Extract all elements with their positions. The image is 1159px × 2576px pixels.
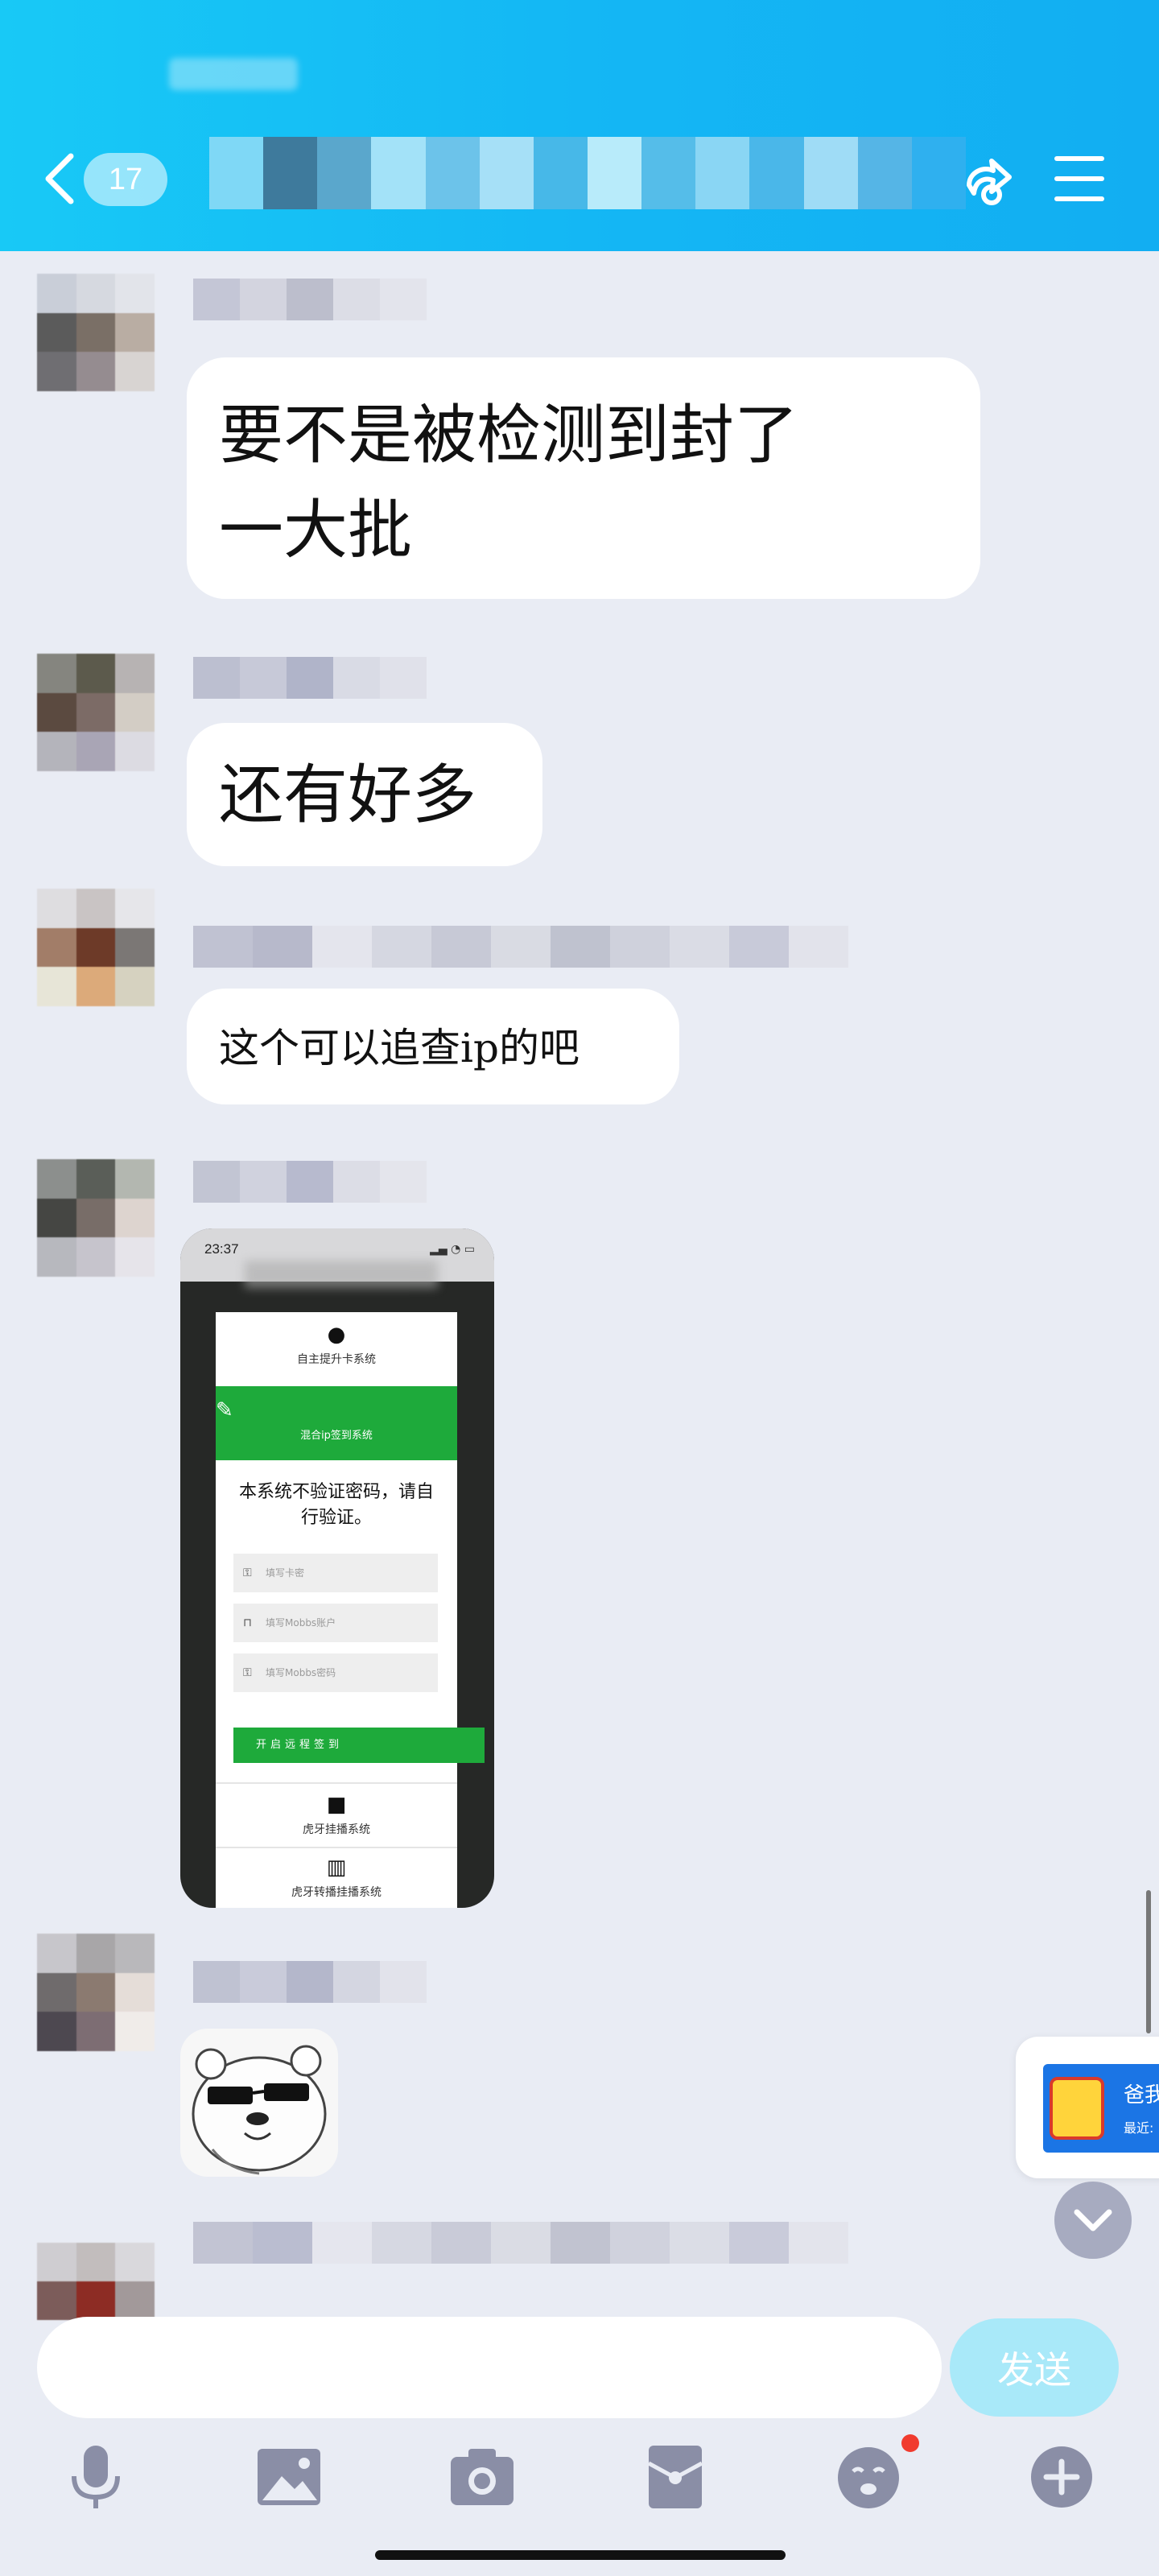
phone-menu-item: ■ 虎牙挂播系统 (216, 1794, 457, 1837)
phone-field-placeholder: 填写Mobbs密码 (266, 1667, 336, 1678)
floating-card-title: 爸我 (1124, 2083, 1159, 2107)
camera-icon[interactable] (446, 2441, 518, 2513)
floating-card-subtitle: 最近: (1124, 2120, 1154, 2136)
avatar[interactable] (37, 654, 155, 771)
user-icon: ● (327, 1323, 346, 1347)
status-bar-blurred (169, 58, 298, 90)
chat-header: 17 (0, 0, 1159, 251)
sender-name-blurred (193, 926, 848, 968)
phone-input-field: ⚿ 填写Mobbs密码 (233, 1653, 438, 1692)
avatar[interactable] (37, 1934, 155, 2051)
image-message-phone-screenshot[interactable]: 23:37 ▂▄ ◔ ▭ ● 自主提升卡系统 ✎ 混合ip签到系统 本系统不验证… (180, 1228, 494, 1908)
message-text: 还有好多 (219, 758, 476, 832)
phone-time: 23:37 (204, 1241, 239, 1257)
edit-icon: ✎ (216, 1398, 233, 1422)
chevron-down-icon (1074, 2209, 1112, 2231)
plus-icon[interactable] (1025, 2441, 1098, 2513)
phone-menu-label: 混合ip签到系统 (300, 1430, 373, 1442)
phone-menu-item-active: ✎ 混合ip签到系统 (216, 1386, 457, 1460)
message-text: 这个可以追查ip的吧 (219, 1025, 580, 1071)
send-button[interactable]: 发送 (950, 2318, 1119, 2417)
phone-field-placeholder: 填写卡密 (266, 1567, 305, 1579)
phone-blurred-bar (245, 1261, 438, 1288)
key-icon: ⚿ (243, 1666, 252, 1679)
sender-name-blurred (193, 657, 427, 699)
message-bubble[interactable]: 要不是被检测到封了 一大批 (187, 357, 980, 599)
phone-web-page: ● 自主提升卡系统 ✎ 混合ip签到系统 本系统不验证密码，请自行验证。 ⚿ 填… (216, 1312, 485, 1908)
phone-divider (216, 1782, 457, 1784)
phone-input-field: ⚿ 填写卡密 (233, 1554, 438, 1592)
phone-menu-label: 虎牙转播挂播系统 (291, 1886, 382, 1899)
signal-battery-icon: ▂▄ ◔ ▭ (430, 1243, 475, 1256)
sender-name-blurred (193, 1961, 427, 2003)
avatar[interactable] (37, 2243, 155, 2320)
phone-heading: 本系统不验证密码，请自行验证。 (238, 1482, 434, 1528)
notification-dot (901, 2434, 919, 2452)
unread-count-badge[interactable]: 17 (84, 153, 167, 206)
sender-name-blurred (193, 2222, 848, 2264)
mini-app-logo-icon (1050, 2077, 1104, 2140)
phone-green-button: 开启远程签到 (233, 1728, 485, 1763)
bear-sticker-icon[interactable] (180, 2029, 338, 2177)
home-indicator (375, 2550, 786, 2560)
lock-icon: ■ (326, 1793, 347, 1817)
message-input[interactable] (37, 2317, 942, 2418)
lock-icon: ⊓ (243, 1616, 252, 1629)
menu-icon[interactable] (1054, 156, 1104, 201)
image-icon[interactable] (253, 2441, 325, 2513)
message-bubble[interactable]: 这个可以追查ip的吧 (187, 989, 679, 1104)
emoji-icon[interactable] (832, 2441, 905, 2513)
sender-name-blurred (193, 1161, 427, 1203)
avatar[interactable] (37, 889, 155, 1006)
phone-field-placeholder: 填写Mobbs账户 (266, 1617, 336, 1629)
phone-status-bar: 23:37 ▂▄ ◔ ▭ (180, 1228, 494, 1288)
scroll-to-bottom-button[interactable] (1054, 2182, 1132, 2259)
message-bubble[interactable]: 还有好多 (187, 723, 542, 866)
scrollbar[interactable] (1146, 1890, 1151, 2033)
floating-mini-app-card[interactable]: 爸我 最近: (1016, 2037, 1159, 2178)
phone-menu-item: ▥ 虎牙转播挂播系统 (216, 1856, 457, 1900)
avatar[interactable] (37, 274, 155, 391)
phone-menu-item: ● 自主提升卡系统 (216, 1323, 457, 1367)
microphone-icon[interactable] (60, 2441, 132, 2513)
back-chevron-icon[interactable] (42, 153, 80, 204)
map-icon: ▥ (326, 1856, 347, 1880)
phone-menu-label: 虎牙挂播系统 (303, 1823, 370, 1836)
floating-card-banner: 爸我 最近: (1043, 2064, 1159, 2153)
key-icon: ⚿ (243, 1567, 252, 1579)
red-packet-icon[interactable] (639, 2441, 711, 2513)
share-icon[interactable] (959, 153, 1017, 211)
sender-name-blurred (193, 279, 427, 320)
phone-input-field: ⊓ 填写Mobbs账户 (233, 1604, 438, 1642)
avatar[interactable] (37, 1159, 155, 1277)
chat-title-blurred (209, 137, 966, 209)
message-text: 要不是被检测到封了 一大批 (219, 398, 798, 568)
phone-menu-label: 自主提升卡系统 (297, 1353, 376, 1366)
phone-divider (216, 1847, 457, 1848)
